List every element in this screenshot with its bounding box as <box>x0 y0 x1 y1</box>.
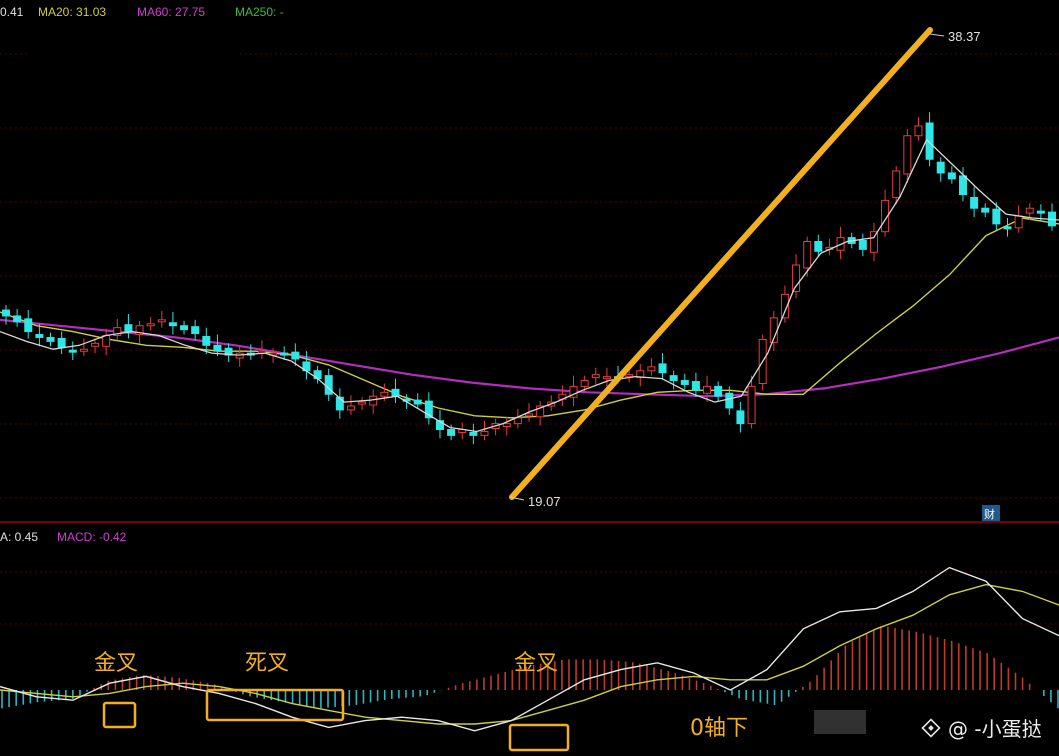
candle <box>647 358 656 376</box>
candle <box>569 375 578 406</box>
candle <box>936 157 945 182</box>
candle <box>469 423 478 445</box>
candle <box>369 389 378 414</box>
candle <box>981 203 990 218</box>
candle <box>658 353 667 380</box>
candle <box>992 202 1001 231</box>
candlestick-series <box>2 112 1056 445</box>
diamond-logo-icon <box>921 718 941 738</box>
candle <box>102 328 111 356</box>
candle <box>224 343 233 362</box>
finance-badge-label: 财 <box>984 507 995 521</box>
candle <box>57 331 66 355</box>
candle <box>1003 218 1012 237</box>
macd-value-legend: MACD: -0.42 <box>57 530 127 544</box>
candle <box>13 309 22 327</box>
ma60-line <box>0 318 1059 398</box>
candle <box>146 316 155 331</box>
chart-canvas[interactable]: 38.37 19.07 0.41 MA20: 31.03 MA60: 27.75… <box>0 0 1059 756</box>
candle <box>424 392 433 425</box>
ma250-legend: MA250: - <box>235 5 284 19</box>
trend-arrow-line <box>509 27 933 500</box>
candle <box>46 332 55 347</box>
candle <box>858 233 867 257</box>
redacted-box-left <box>30 47 240 108</box>
candle <box>168 312 177 335</box>
candle <box>324 368 333 402</box>
candle <box>602 367 611 387</box>
ma20-legend: MA20: 31.03 <box>38 5 106 19</box>
watermark-text: @ -小蛋挞 <box>948 717 1042 741</box>
candle <box>358 397 367 410</box>
dea-legend: A: 0.45 <box>0 530 38 544</box>
ma60-legend: MA60: 27.75 <box>137 5 205 19</box>
candle <box>391 378 400 404</box>
candle <box>714 381 723 402</box>
candle <box>881 189 890 237</box>
candle <box>502 416 511 436</box>
candle <box>736 402 745 433</box>
candle <box>680 373 689 390</box>
candle <box>947 166 956 184</box>
low-price-marker: 19.07 <box>509 494 561 509</box>
candle <box>458 422 467 440</box>
candle <box>2 305 10 325</box>
blurred-watermark-block <box>814 710 866 734</box>
candle <box>914 117 923 141</box>
golden-cross-label-1: 金叉 <box>94 651 138 676</box>
redacted-box-right <box>990 16 1059 46</box>
candle <box>825 238 834 256</box>
candle <box>536 401 545 426</box>
finance-badge[interactable]: 财 <box>982 505 1000 521</box>
candle <box>79 338 88 357</box>
candle <box>191 319 200 341</box>
golden-cross-label-2: 金叉 <box>514 651 558 676</box>
watermark: @ -小蛋挞 <box>814 710 1042 741</box>
stock-chart-screen: 38.37 19.07 0.41 MA20: 31.03 MA60: 27.75… <box>0 0 1059 756</box>
candle <box>1048 203 1056 231</box>
high-price-label: 38.37 <box>948 29 981 44</box>
high-price-marker: 38.37 <box>929 29 981 44</box>
candle <box>302 351 311 380</box>
below-zero-label: 0轴下 <box>690 716 748 741</box>
candle <box>925 112 934 167</box>
golden-cross-box-1 <box>102 701 137 729</box>
candle <box>591 367 600 385</box>
low-price-label: 19.07 <box>528 494 561 509</box>
candle <box>1014 205 1023 233</box>
candle <box>335 388 344 419</box>
candle <box>124 313 133 339</box>
candle <box>113 318 122 341</box>
ma5-value: 0.41 <box>0 5 24 19</box>
candle <box>235 346 244 367</box>
candle <box>346 395 355 415</box>
candle <box>157 311 166 328</box>
candle <box>435 409 444 439</box>
redacted-box-top <box>96 30 110 48</box>
candle <box>24 310 33 339</box>
candle <box>180 320 189 335</box>
dif-line <box>0 566 1059 732</box>
golden-cross-box-2 <box>508 723 570 752</box>
death-cross-box <box>205 688 345 722</box>
candle <box>68 341 77 360</box>
candle <box>970 186 979 218</box>
macd-legend: A: 0.45 MACD: -0.42 <box>0 530 127 544</box>
candle <box>558 385 567 406</box>
price-grid <box>0 53 1059 499</box>
candle <box>869 222 878 262</box>
ma-legend: 0.41 MA20: 31.03 MA60: 27.75 MA250: - <box>0 5 284 19</box>
death-cross-label: 死叉 <box>245 651 289 676</box>
candle <box>636 363 645 387</box>
